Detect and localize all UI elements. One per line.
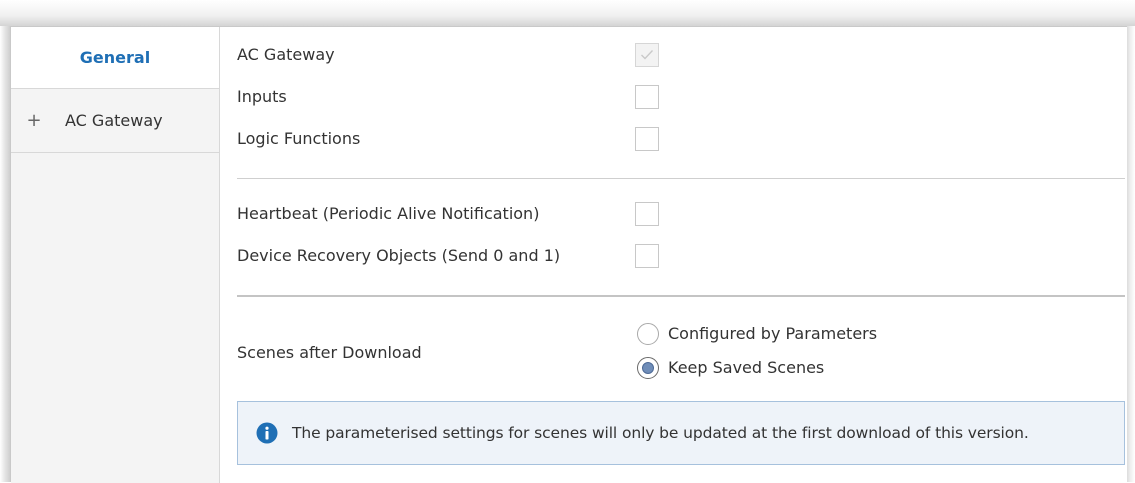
scenes-after-download-label: Scenes after Download — [237, 343, 422, 362]
info-text: The parameterised settings for scenes wi… — [292, 424, 1029, 442]
checkbox-ac-gateway[interactable] — [635, 43, 659, 67]
sidebar-item-ac-gateway[interactable]: + AC Gateway — [11, 89, 219, 153]
radio-selected-dot — [642, 362, 654, 374]
radio-keep-saved-scenes[interactable] — [637, 357, 659, 379]
option-label-logic-functions: Logic Functions — [237, 129, 361, 148]
checkbox-inputs[interactable] — [635, 85, 659, 109]
info-icon — [256, 422, 278, 444]
parameter-window: General + AC Gateway AC Gateway Inputs L… — [10, 26, 1127, 483]
option-label-inputs: Inputs — [237, 87, 287, 106]
window-shadow-right — [1127, 26, 1135, 482]
window-shadow-top — [0, 0, 1135, 26]
sidebar-item-general[interactable]: General — [11, 27, 219, 89]
radio-label-configured-by-parameters: Configured by Parameters — [668, 324, 878, 343]
sidebar-item-label: General — [79, 48, 151, 67]
radio-label-keep-saved-scenes: Keep Saved Scenes — [668, 358, 825, 377]
parameters-panel: AC Gateway Inputs Logic Functions Heartb… — [220, 27, 1126, 483]
checkbox-device-recovery[interactable] — [635, 244, 659, 268]
checkbox-logic-functions[interactable] — [635, 127, 659, 151]
window-shadow-left — [0, 26, 10, 482]
info-notice: The parameterised settings for scenes wi… — [237, 401, 1125, 465]
option-label-ac-gateway: AC Gateway — [237, 45, 335, 64]
radio-configured-by-parameters[interactable] — [637, 323, 659, 345]
check-icon — [641, 50, 654, 60]
option-label-heartbeat: Heartbeat (Periodic Alive Notification) — [237, 204, 540, 223]
sidebar-item-label: AC Gateway — [65, 111, 163, 130]
option-label-device-recovery: Device Recovery Objects (Send 0 and 1) — [237, 246, 561, 265]
plus-icon[interactable]: + — [19, 110, 49, 131]
sidebar: General + AC Gateway — [11, 27, 220, 483]
checkbox-heartbeat[interactable] — [635, 202, 659, 226]
section-divider — [237, 295, 1125, 297]
section-divider — [237, 178, 1125, 179]
